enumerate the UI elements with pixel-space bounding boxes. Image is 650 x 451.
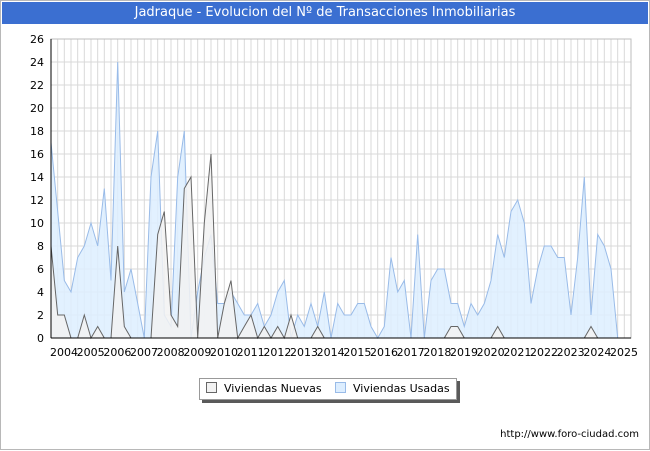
x-tick-label: 2014 bbox=[317, 346, 345, 359]
y-tick-label: 12 bbox=[30, 194, 44, 207]
y-tick-label: 0 bbox=[37, 332, 44, 345]
y-tick-label: 14 bbox=[30, 171, 44, 184]
y-tick-label: 26 bbox=[30, 33, 44, 46]
legend-item-usadas: Viviendas Usadas bbox=[335, 382, 450, 396]
y-tick-label: 18 bbox=[30, 125, 44, 138]
x-tick-label: 2025 bbox=[610, 346, 638, 359]
x-tick-labels: 2004200520062007200820092010201120122013… bbox=[50, 346, 638, 359]
x-tick-label: 2013 bbox=[290, 346, 318, 359]
chart-frame: Jadraque - Evolucion del Nº de Transacci… bbox=[0, 0, 650, 450]
y-tick-label: 22 bbox=[30, 79, 44, 92]
x-tick-label: 2011 bbox=[237, 346, 265, 359]
legend-item-nuevas: Viviendas Nuevas bbox=[206, 382, 322, 396]
x-tick-label: 2015 bbox=[343, 346, 371, 359]
y-tick-label: 8 bbox=[37, 240, 44, 253]
x-tick-label: 2009 bbox=[183, 346, 211, 359]
legend-label-usadas: Viviendas Usadas bbox=[353, 382, 450, 395]
x-tick-label: 2012 bbox=[263, 346, 291, 359]
x-tick-label: 2023 bbox=[557, 346, 585, 359]
y-tick-label: 10 bbox=[30, 217, 44, 230]
legend-swatch-nuevas bbox=[206, 382, 217, 393]
x-tick-label: 2020 bbox=[477, 346, 505, 359]
y-tick-label: 20 bbox=[30, 102, 44, 115]
x-tick-label: 2006 bbox=[103, 346, 131, 359]
x-tick-label: 2004 bbox=[50, 346, 78, 359]
y-tick-label: 4 bbox=[37, 286, 44, 299]
x-tick-label: 2010 bbox=[210, 346, 238, 359]
x-tick-label: 2016 bbox=[370, 346, 398, 359]
x-tick-label: 2017 bbox=[397, 346, 425, 359]
x-tick-label: 2005 bbox=[77, 346, 105, 359]
legend-label-nuevas: Viviendas Nuevas bbox=[224, 382, 322, 395]
x-tick-label: 2024 bbox=[583, 346, 611, 359]
legend: Viviendas Nuevas Viviendas Usadas bbox=[199, 378, 457, 400]
x-tick-label: 2021 bbox=[503, 346, 531, 359]
y-tick-labels: 02468101214161820222426 bbox=[30, 33, 44, 345]
x-tick-label: 2022 bbox=[530, 346, 558, 359]
x-tick-label: 2019 bbox=[450, 346, 478, 359]
y-tick-label: 2 bbox=[37, 309, 44, 322]
x-tick-label: 2007 bbox=[130, 346, 158, 359]
footer-url: http://www.foro-ciudad.com bbox=[500, 429, 639, 440]
y-tick-label: 6 bbox=[37, 263, 44, 276]
legend-swatch-usadas bbox=[335, 382, 346, 393]
x-tick-label: 2018 bbox=[423, 346, 451, 359]
x-tick-label: 2008 bbox=[157, 346, 185, 359]
y-tick-label: 24 bbox=[30, 56, 44, 69]
y-tick-label: 16 bbox=[30, 148, 44, 161]
